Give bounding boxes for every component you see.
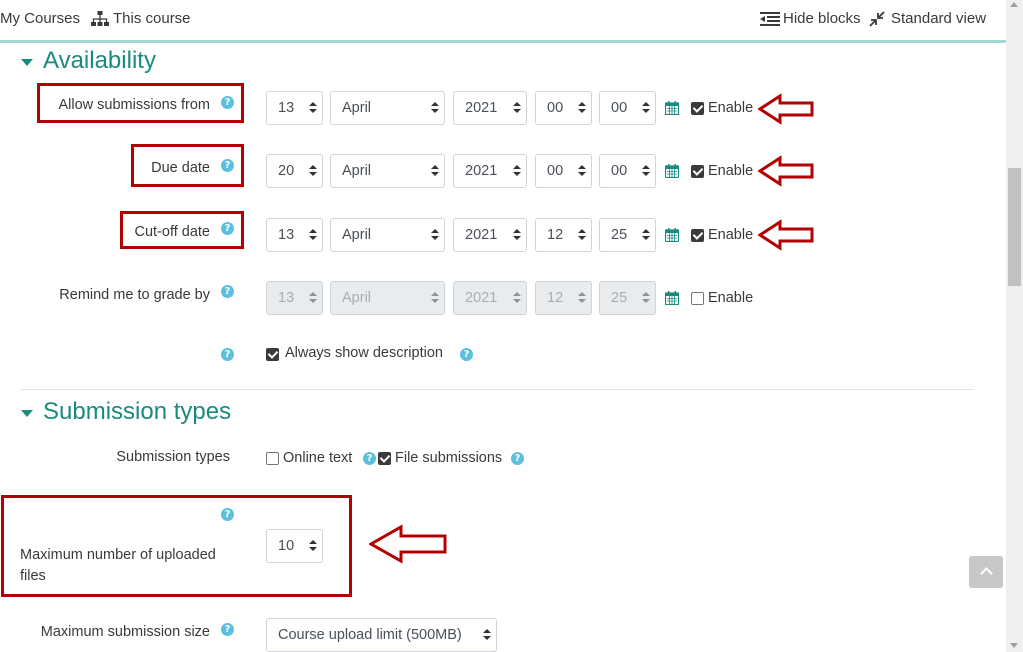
collapse-caret-icon[interactable]	[21, 59, 33, 66]
allow-enable-label[interactable]: Enable	[708, 100, 753, 116]
this-course-link[interactable]: This course	[113, 10, 191, 27]
max-size-label: Maximum submission size	[40, 624, 210, 640]
file-submissions-label[interactable]: File submissions	[395, 450, 502, 466]
remind-enable-checkbox[interactable]	[691, 292, 704, 305]
due-enable-checkbox[interactable]	[691, 165, 704, 178]
help-icon[interactable]: ?	[221, 285, 234, 298]
remind-minute-select[interactable]: 25	[599, 281, 656, 315]
help-icon[interactable]: ?	[363, 452, 376, 465]
calendar-icon[interactable]	[665, 228, 679, 242]
annotation-arrow-icon	[758, 155, 814, 187]
annotation-box	[120, 211, 244, 249]
remind-day-select[interactable]: 13	[266, 281, 323, 315]
top-navbar: My Courses This course Hide blocks Stand…	[0, 0, 1006, 41]
scrollbar-thumb[interactable]	[1008, 168, 1021, 286]
allow-hour-select[interactable]: 00	[535, 91, 592, 125]
allow-minute-select[interactable]: 00	[599, 91, 656, 125]
remind-hour-select[interactable]: 12	[535, 281, 592, 315]
sitemap-icon	[91, 11, 109, 26]
max-size-select[interactable]: Course upload limit (500MB)	[266, 618, 497, 652]
due-enable-label[interactable]: Enable	[708, 163, 753, 179]
always-show-description-checkbox[interactable]	[266, 348, 279, 361]
submission-types-label: Submission types	[116, 449, 230, 465]
remind-enable-label[interactable]: Enable	[708, 290, 753, 306]
standard-view-link[interactable]: Standard view	[891, 10, 986, 27]
cutoff-minute-select[interactable]: 25	[599, 218, 656, 252]
my-courses-link[interactable]: My Courses	[0, 10, 80, 27]
file-submissions-checkbox[interactable]	[378, 452, 391, 465]
due-month-select[interactable]: April	[330, 154, 445, 188]
annotation-box	[131, 144, 244, 187]
calendar-icon[interactable]	[665, 101, 679, 115]
allow-month-select[interactable]: April	[330, 91, 445, 125]
section-divider	[21, 389, 974, 390]
online-text-checkbox[interactable]	[266, 452, 279, 465]
scrollbar-track[interactable]	[1006, 0, 1023, 652]
annotation-arrow-icon	[758, 219, 814, 251]
due-hour-select[interactable]: 00	[535, 154, 592, 188]
remind-grade-label: Remind me to grade by	[59, 287, 210, 303]
remind-year-select[interactable]: 2021	[453, 281, 527, 315]
allow-day-select[interactable]: 13	[266, 91, 323, 125]
always-show-description-label[interactable]: Always show description	[285, 345, 443, 361]
hide-blocks-link[interactable]: Hide blocks	[783, 10, 861, 27]
cutoff-hour-select[interactable]: 12	[535, 218, 592, 252]
compress-icon	[869, 11, 885, 27]
due-minute-select[interactable]: 00	[599, 154, 656, 188]
help-icon[interactable]: ?	[460, 348, 473, 361]
calendar-icon[interactable]	[665, 291, 679, 305]
cutoff-day-select[interactable]: 13	[266, 218, 323, 252]
online-text-label[interactable]: Online text	[283, 450, 352, 466]
annotation-arrow-icon	[758, 93, 814, 125]
allow-year-select[interactable]: 2021	[453, 91, 527, 125]
help-icon[interactable]: ?	[221, 623, 234, 636]
allow-enable-checkbox[interactable]	[691, 102, 704, 115]
annotation-arrow-icon	[369, 524, 447, 564]
help-icon[interactable]: ?	[511, 452, 524, 465]
scroll-down-arrow[interactable]	[1010, 643, 1018, 648]
scroll-up-arrow[interactable]	[1010, 2, 1018, 7]
cutoff-enable-checkbox[interactable]	[691, 229, 704, 242]
due-year-select[interactable]: 2021	[453, 154, 527, 188]
cutoff-year-select[interactable]: 2021	[453, 218, 527, 252]
due-day-select[interactable]: 20	[266, 154, 323, 188]
availability-section-title[interactable]: Availability	[43, 47, 156, 75]
back-to-top-button[interactable]	[969, 556, 1003, 588]
navbar-divider	[0, 40, 1006, 43]
annotation-box	[37, 83, 244, 123]
annotation-box	[1, 495, 352, 597]
collapse-caret-icon[interactable]	[21, 410, 33, 417]
submission-types-section-title[interactable]: Submission types	[43, 398, 231, 426]
cutoff-month-select[interactable]: April	[330, 218, 445, 252]
remind-month-select[interactable]: April	[330, 281, 445, 315]
cutoff-enable-label[interactable]: Enable	[708, 227, 753, 243]
calendar-icon[interactable]	[665, 164, 679, 178]
hide-blocks-icon	[760, 12, 780, 26]
help-icon[interactable]: ?	[221, 348, 234, 361]
